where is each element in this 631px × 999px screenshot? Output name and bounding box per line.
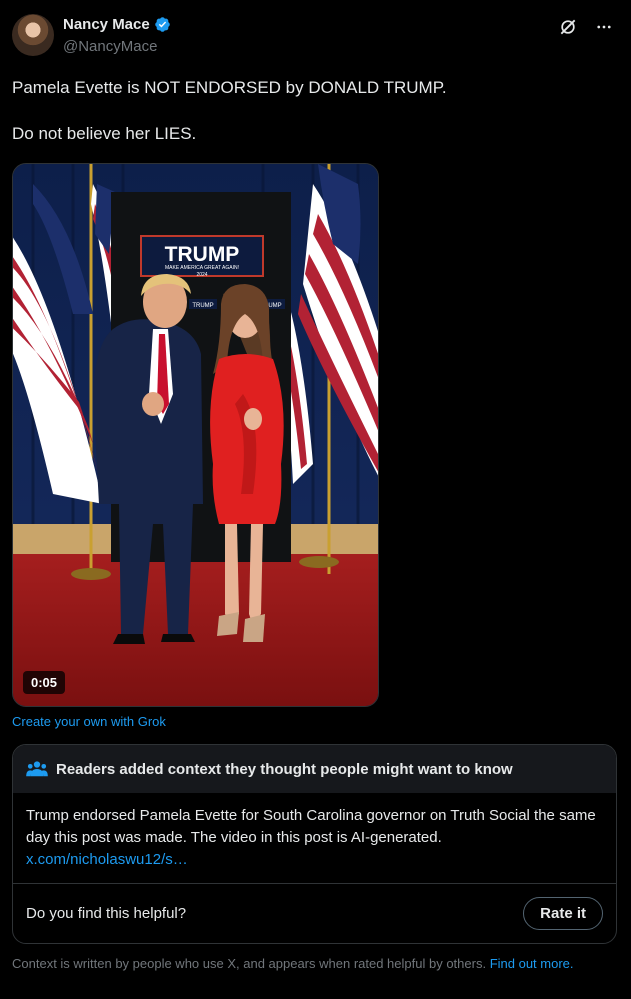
community-note-rating: Do you find this helpful? Rate it [13, 883, 616, 943]
readers-icon [26, 761, 48, 777]
banner-slogan-text: MAKE AMERICA GREAT AGAIN! [165, 265, 239, 271]
community-note-body: Trump endorsed Pamela Evette for South C… [13, 793, 616, 885]
post-header: Nancy Mace @NancyMace [12, 14, 619, 58]
rate-it-button[interactable]: Rate it [523, 897, 603, 930]
post-line-1: Pamela Evette is NOT ENDORSED by DONALD … [12, 78, 447, 97]
create-with-grok-link[interactable]: Create your own with Grok [12, 714, 166, 729]
more-dots-glyph [597, 25, 611, 29]
community-note-title: Readers added context they thought peopl… [56, 760, 513, 778]
verified-badge-icon [154, 17, 170, 32]
community-note-header: Readers added context they thought peopl… [13, 745, 616, 793]
post-text: Pamela Evette is NOT ENDORSED by DONALD … [12, 76, 612, 145]
author-handle[interactable]: @NancyMace [63, 38, 157, 55]
grok-icon[interactable] [557, 16, 579, 38]
video-duration: 0:05 [23, 671, 66, 694]
banner-trump-text: TRUMP [165, 243, 240, 266]
avatar[interactable] [12, 14, 54, 56]
mini-banner-center: TRUMP [192, 303, 213, 309]
community-notes-footer: Context is written by people who use X, … [12, 955, 612, 973]
author-name-row: Nancy Mace [63, 16, 171, 33]
video-frame: TRUMP MAKE AMERICA GREAT AGAIN! 2024 TRU… [13, 164, 378, 706]
top-actions [557, 16, 615, 38]
community-note-source-link[interactable]: x.com/nicholaswu12/s… [26, 851, 188, 868]
post-line-2: Do not believe her LIES. [12, 124, 197, 143]
find-out-more-link[interactable]: Find out more. [490, 956, 574, 971]
banner-year-text: 2024 [196, 272, 207, 278]
community-note-text: Trump endorsed Pamela Evette for South C… [26, 807, 596, 846]
community-note: Readers added context they thought peopl… [12, 744, 617, 944]
grok-icon-glyph [560, 19, 576, 35]
author-name[interactable]: Nancy Mace [63, 16, 150, 33]
footer-description: Context is written by people who use X, … [12, 956, 487, 971]
video-player[interactable]: TRUMP MAKE AMERICA GREAT AGAIN! 2024 TRU… [12, 163, 379, 707]
helpful-question: Do you find this helpful? [26, 905, 187, 922]
more-options-icon[interactable] [593, 16, 615, 38]
